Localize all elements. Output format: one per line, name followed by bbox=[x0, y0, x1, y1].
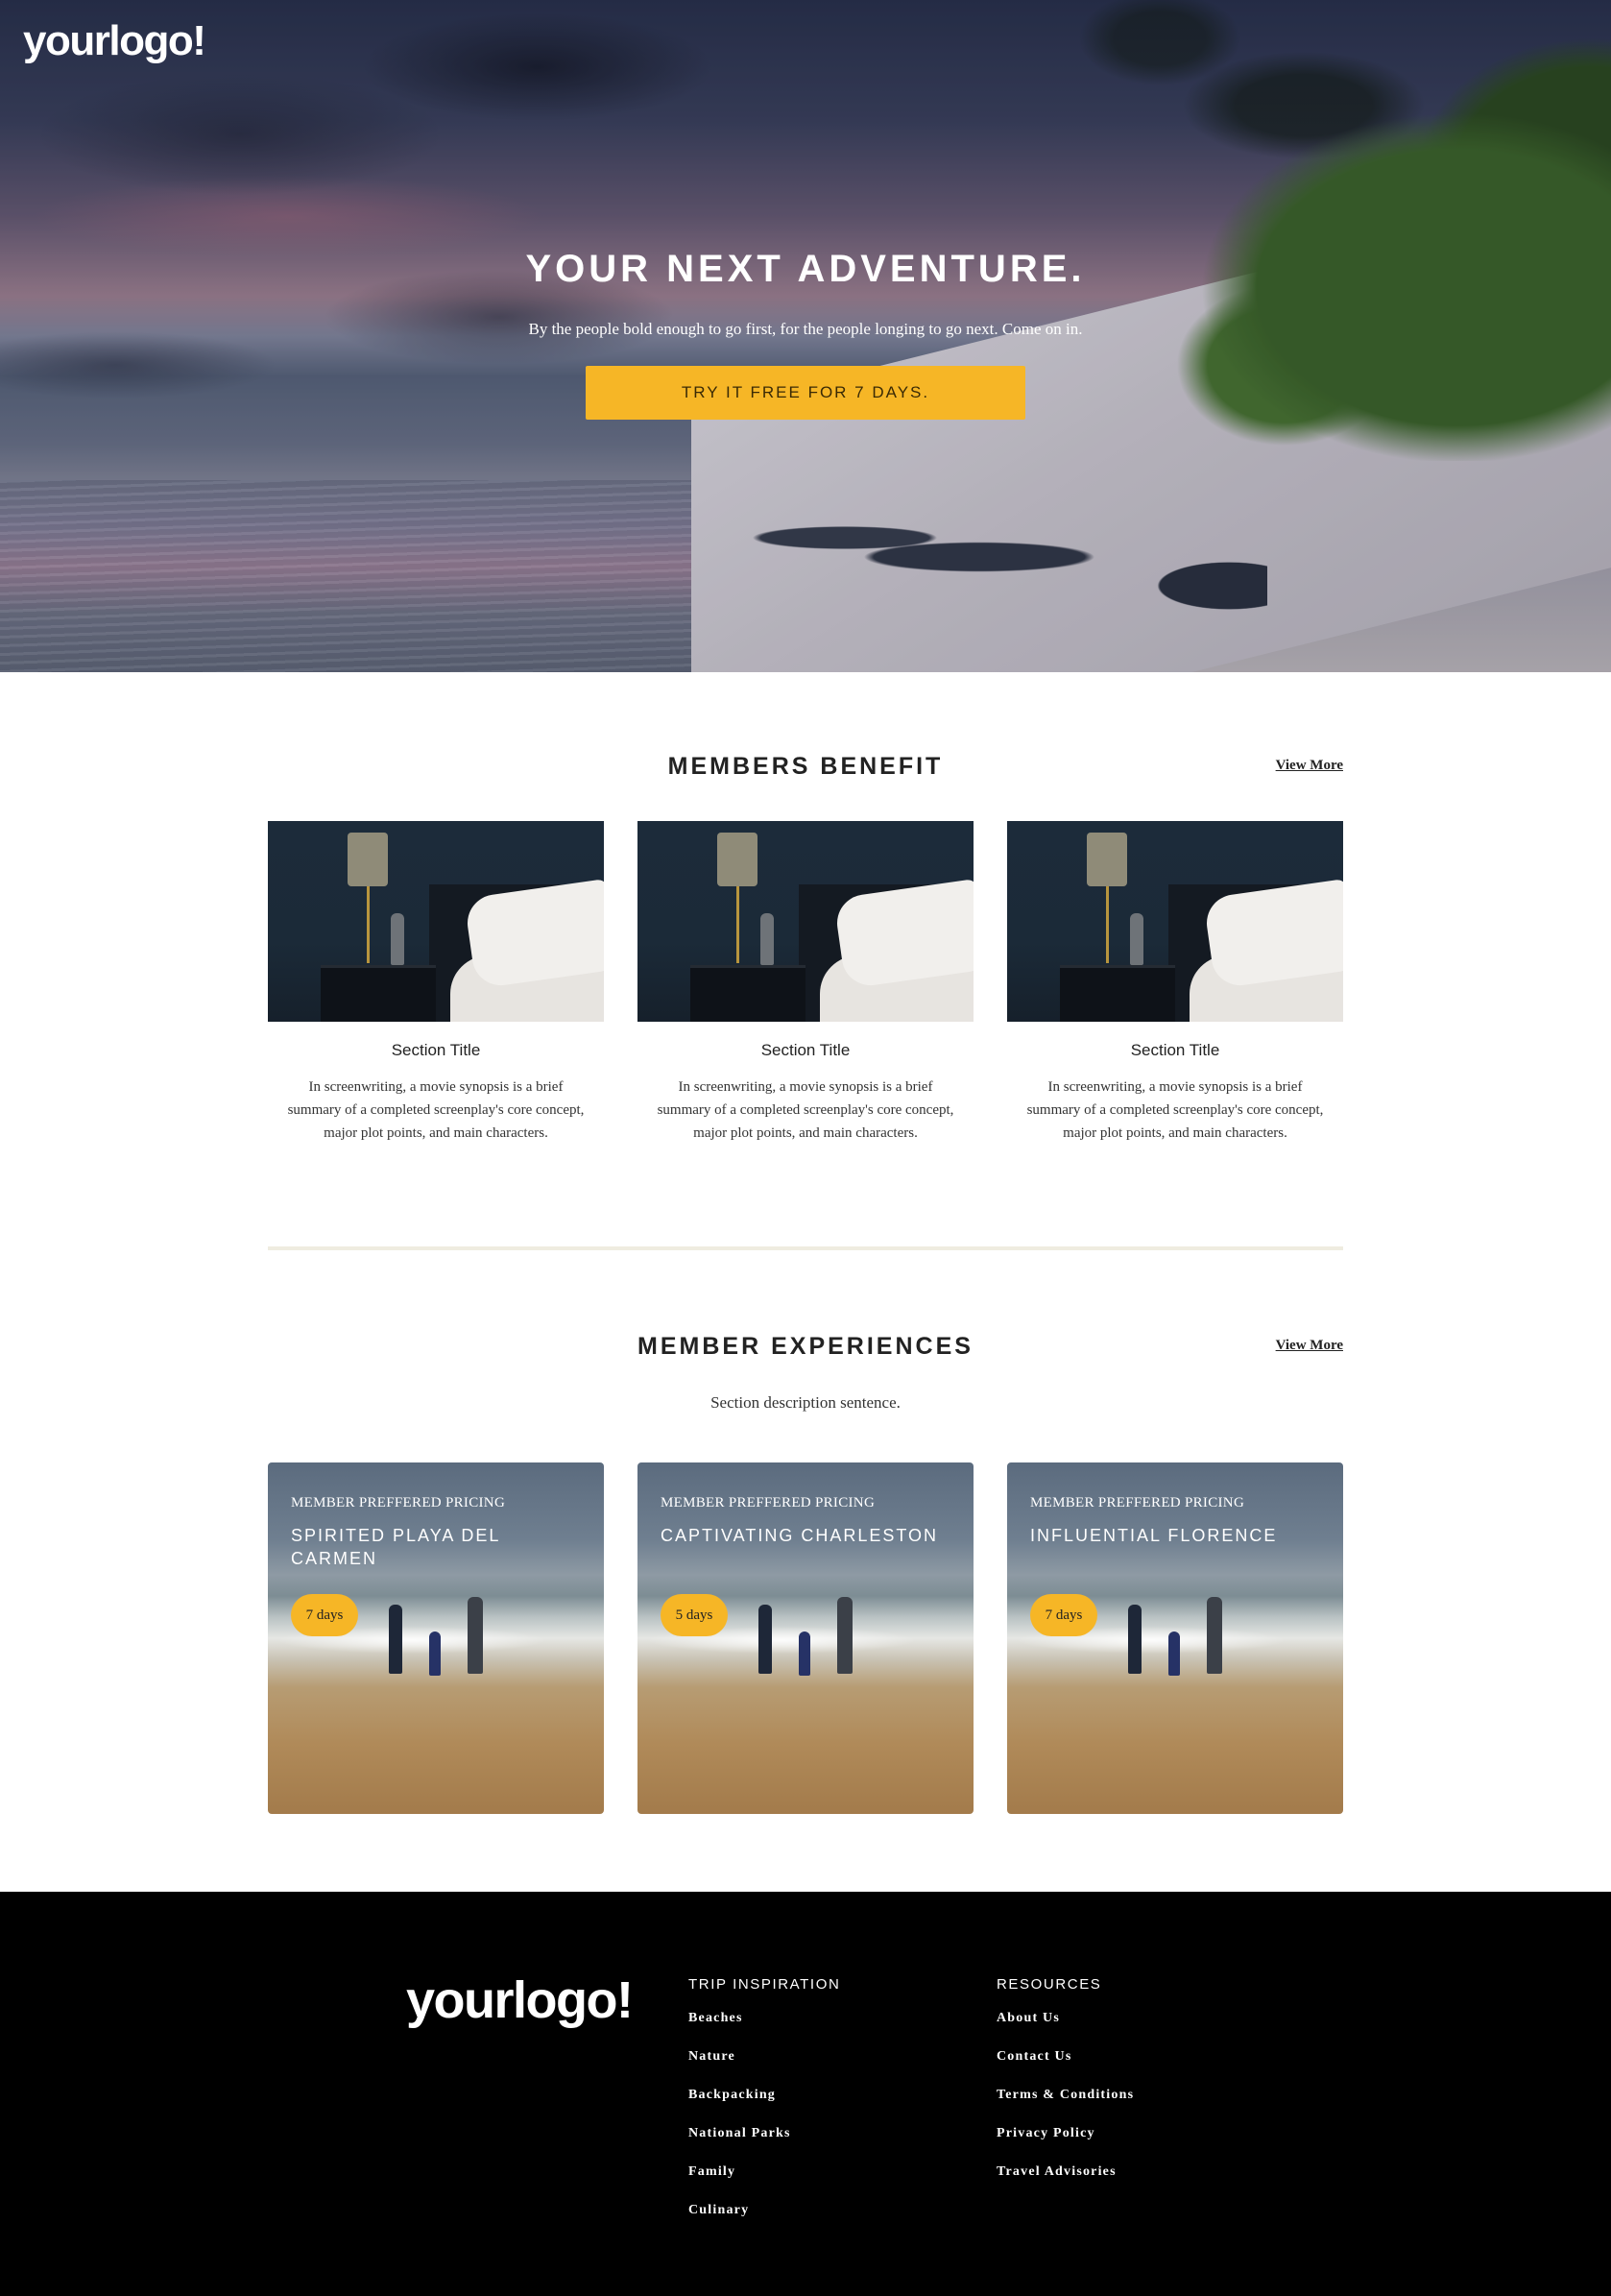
family-image bbox=[389, 1605, 402, 1674]
footer-logo[interactable]: yourlogo! bbox=[406, 1970, 634, 2030]
benefit-card-title: Section Title bbox=[391, 1041, 481, 1059]
benefit-card-description: In screenwriting, a movie synopsis is a … bbox=[287, 1079, 585, 1141]
experience-card-title: INFLUENTIAL FLORENCE bbox=[1030, 1526, 1278, 1545]
footer-link-travel-advisories[interactable]: Travel Advisories bbox=[997, 2160, 1134, 2198]
footer-column-resources: RESOURCES About Us Contact Us Terms & Co… bbox=[997, 1976, 1134, 2198]
benefit-card[interactable]: Section Title In screenwriting, a movie … bbox=[1007, 821, 1343, 1145]
footer-column-heading: TRIP INSPIRATION bbox=[688, 1976, 841, 1993]
section-divider bbox=[268, 1246, 1343, 1250]
footer-link-contact-us[interactable]: Contact Us bbox=[997, 2044, 1134, 2083]
footer: yourlogo! TRIP INSPIRATION Beaches Natur… bbox=[0, 1892, 1611, 2296]
experiences-view-more-link[interactable]: View More bbox=[1276, 1338, 1343, 1354]
footer-link-privacy[interactable]: Privacy Policy bbox=[997, 2121, 1134, 2160]
footer-column-heading: RESOURCES bbox=[997, 1976, 1102, 1993]
bedroom-image bbox=[637, 821, 974, 1022]
experience-card-title: SPIRITED PLAYA DEL CARMEN bbox=[291, 1526, 500, 1568]
experience-card[interactable]: MEMBER PREFFERED PRICING CAPTIVATING CHA… bbox=[637, 1462, 974, 1814]
footer-link-terms[interactable]: Terms & Conditions bbox=[997, 2083, 1134, 2121]
footer-link-culinary[interactable]: Culinary bbox=[688, 2198, 840, 2236]
footer-link-family[interactable]: Family bbox=[688, 2160, 840, 2198]
footer-link-nature[interactable]: Nature bbox=[688, 2044, 840, 2083]
duration-badge: 7 days bbox=[291, 1594, 358, 1636]
free-trial-button[interactable]: TRY IT FREE FOR 7 DAYS. bbox=[586, 366, 1025, 420]
experience-card[interactable]: MEMBER PREFFERED PRICING INFLUENTIAL FLO… bbox=[1007, 1462, 1343, 1814]
footer-link-about-us[interactable]: About Us bbox=[997, 2006, 1134, 2044]
duration-badge: 5 days bbox=[661, 1594, 728, 1636]
benefits-section-title: MEMBERS BENEFIT bbox=[667, 753, 944, 780]
experience-card-kicker: MEMBER PREFFERED PRICING bbox=[291, 1495, 506, 1511]
footer-link-national-parks[interactable]: National Parks bbox=[688, 2121, 840, 2160]
bedroom-image bbox=[268, 821, 604, 1022]
benefits-view-more-link[interactable]: View More bbox=[1276, 758, 1343, 774]
hero-title: YOUR NEXT ADVENTURE. bbox=[525, 248, 1086, 290]
benefit-card-title: Section Title bbox=[1130, 1041, 1220, 1059]
benefit-card[interactable]: Section Title In screenwriting, a movie … bbox=[637, 821, 974, 1145]
experience-card-kicker: MEMBER PREFFERED PRICING bbox=[1030, 1495, 1245, 1511]
family-image bbox=[758, 1605, 772, 1674]
experience-card-title: CAPTIVATING CHARLESTON bbox=[661, 1526, 939, 1545]
family-image bbox=[1128, 1605, 1142, 1674]
footer-column-trip-inspiration: TRIP INSPIRATION Beaches Nature Backpack… bbox=[688, 1976, 840, 2236]
footer-link-beaches[interactable]: Beaches bbox=[688, 2006, 840, 2044]
footer-link-backpacking[interactable]: Backpacking bbox=[688, 2083, 840, 2121]
hero-subtitle: By the people bold enough to go first, f… bbox=[528, 320, 1083, 338]
benefit-card-description: In screenwriting, a movie synopsis is a … bbox=[1026, 1079, 1324, 1141]
duration-badge: 7 days bbox=[1030, 1594, 1097, 1636]
header-logo[interactable]: yourlogo! bbox=[23, 17, 206, 65]
benefit-card-description: In screenwriting, a movie synopsis is a … bbox=[657, 1079, 954, 1141]
experiences-section-description: Section description sentence. bbox=[710, 1393, 901, 1412]
bedroom-image bbox=[1007, 821, 1343, 1022]
experiences-section-title: MEMBER EXPERIENCES bbox=[637, 1333, 974, 1360]
experience-card-kicker: MEMBER PREFFERED PRICING bbox=[661, 1495, 876, 1511]
benefit-card[interactable]: Section Title In screenwriting, a movie … bbox=[268, 821, 604, 1145]
hero-banner: yourlogo! YOUR NEXT ADVENTURE. By the pe… bbox=[0, 0, 1611, 672]
experience-card[interactable]: MEMBER PREFFERED PRICING SPIRITED PLAYA … bbox=[268, 1462, 604, 1814]
benefit-card-title: Section Title bbox=[760, 1041, 851, 1059]
